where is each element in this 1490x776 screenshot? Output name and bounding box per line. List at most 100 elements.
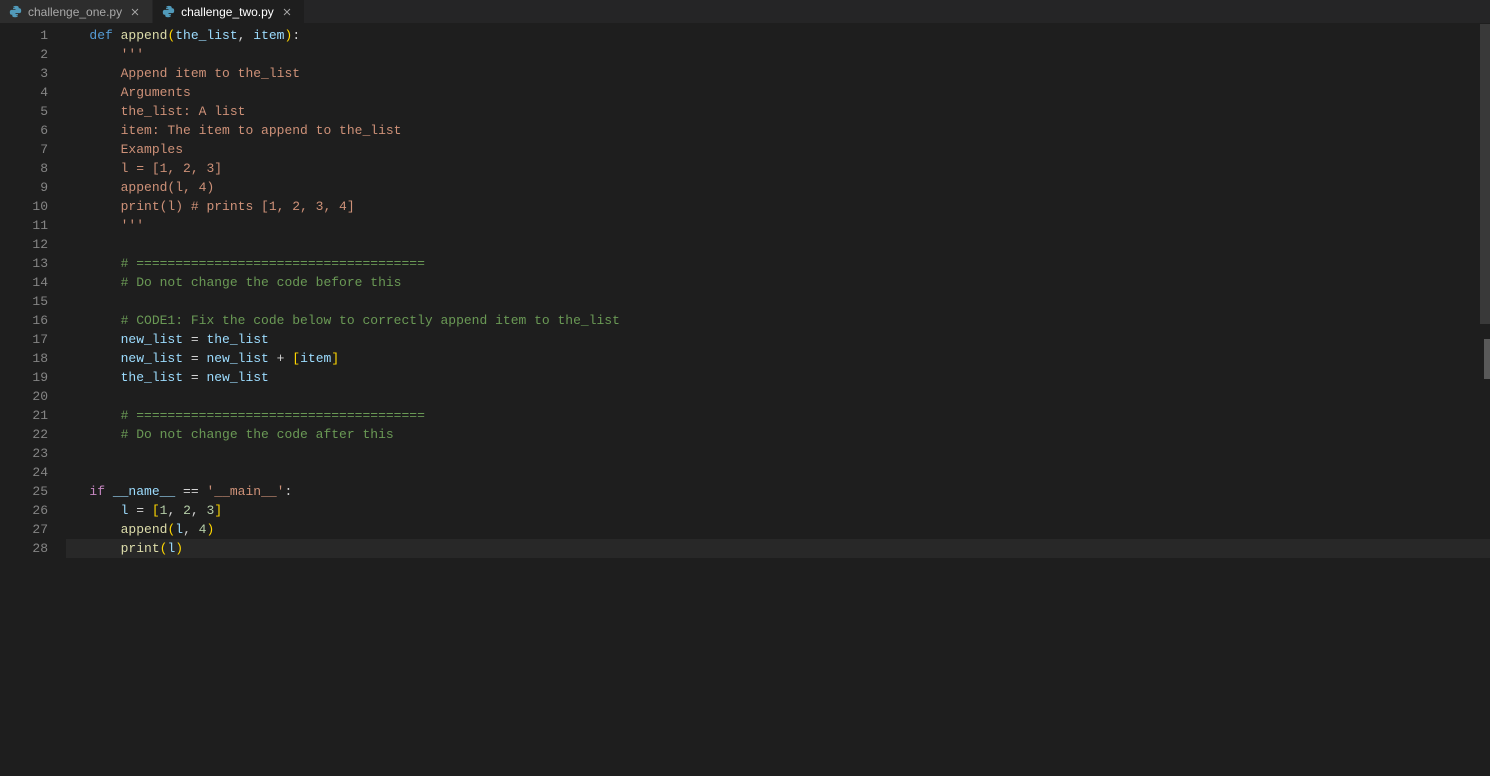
token-var: the_list: [121, 370, 183, 385]
tab-challenge_one-py[interactable]: challenge_one.py: [0, 0, 153, 23]
python-file-icon: [8, 5, 22, 19]
code-line[interactable]: ''': [66, 45, 1490, 64]
code-line[interactable]: Arguments: [66, 83, 1490, 102]
tab-challenge_two-py[interactable]: challenge_two.py: [153, 0, 305, 23]
code-line[interactable]: ''': [66, 216, 1490, 235]
token-var: item: [300, 351, 331, 366]
python-file-icon: [161, 5, 175, 19]
token-str: ''': [121, 218, 144, 233]
line-number: 27: [0, 520, 66, 539]
code-line[interactable]: new_list = the_list: [66, 330, 1490, 349]
code-line[interactable]: # Do not change the code after this: [66, 425, 1490, 444]
token-op: [89, 85, 120, 100]
code-line[interactable]: def append(the_list, item):: [66, 26, 1490, 45]
token-var: new_list: [121, 332, 183, 347]
token-fn: print: [121, 541, 160, 556]
token-var: the_list: [206, 332, 268, 347]
token-op: :: [284, 484, 292, 499]
code-line[interactable]: [66, 292, 1490, 311]
line-number: 1: [0, 26, 66, 45]
token-cmt: # =====================================: [121, 256, 425, 271]
code-line[interactable]: [66, 235, 1490, 254]
token-num: 2: [183, 503, 191, 518]
token-fn: append: [121, 522, 168, 537]
token-op: [89, 123, 120, 138]
code-line[interactable]: print(l): [66, 539, 1490, 558]
scrollbar-thumb[interactable]: [1480, 24, 1490, 324]
line-number-gutter: 1234567891011121314151617181920212223242…: [0, 24, 66, 776]
line-number: 23: [0, 444, 66, 463]
token-op: [89, 142, 120, 157]
token-op: +: [269, 351, 292, 366]
overview-ruler-mark: [1484, 339, 1490, 379]
line-number: 4: [0, 83, 66, 102]
code-line[interactable]: # =====================================: [66, 254, 1490, 273]
line-number: 14: [0, 273, 66, 292]
token-str: the_list: A list: [121, 104, 246, 119]
token-var: __name__: [113, 484, 175, 499]
code-line[interactable]: # CODE1: Fix the code below to correctly…: [66, 311, 1490, 330]
token-str: l = [1, 2, 3]: [121, 161, 222, 176]
token-var: new_list: [206, 370, 268, 385]
token-op: [89, 180, 120, 195]
code-line[interactable]: [66, 387, 1490, 406]
code-line[interactable]: append(l, 4): [66, 520, 1490, 539]
line-number: 10: [0, 197, 66, 216]
token-op: [89, 199, 120, 214]
code-line[interactable]: l = [1, 2, 3]: [66, 159, 1490, 178]
code-line[interactable]: Examples: [66, 140, 1490, 159]
token-brk: [: [292, 351, 300, 366]
line-number: 15: [0, 292, 66, 311]
token-fn: append: [121, 28, 168, 43]
editor[interactable]: 1234567891011121314151617181920212223242…: [0, 24, 1490, 776]
line-number: 19: [0, 368, 66, 387]
line-number: 24: [0, 463, 66, 482]
line-number: 12: [0, 235, 66, 254]
token-brk: ]: [214, 503, 222, 518]
code-line[interactable]: [66, 444, 1490, 463]
line-number: 16: [0, 311, 66, 330]
line-number: 9: [0, 178, 66, 197]
token-str: Arguments: [121, 85, 191, 100]
token-str: Append item to the_list: [121, 66, 300, 81]
code-line[interactable]: new_list = new_list + [item]: [66, 349, 1490, 368]
code-line[interactable]: l = [1, 2, 3]: [66, 501, 1490, 520]
vertical-scrollbar[interactable]: [1480, 24, 1490, 776]
token-var: new_list: [206, 351, 268, 366]
token-op: [89, 313, 120, 328]
code-line[interactable]: # Do not change the code before this: [66, 273, 1490, 292]
code-area[interactable]: def append(the_list, item): ''' Append i…: [66, 24, 1490, 776]
close-icon[interactable]: [128, 5, 142, 19]
close-icon[interactable]: [280, 5, 294, 19]
line-number: 2: [0, 45, 66, 64]
code-line[interactable]: append(l, 4): [66, 178, 1490, 197]
code-line[interactable]: # =====================================: [66, 406, 1490, 425]
token-op: :: [292, 28, 300, 43]
line-number: 17: [0, 330, 66, 349]
line-number: 5: [0, 102, 66, 121]
line-number: 13: [0, 254, 66, 273]
token-op: [89, 47, 120, 62]
line-number: 26: [0, 501, 66, 520]
token-op: =: [128, 503, 151, 518]
token-var: item: [253, 28, 284, 43]
token-var: the_list: [175, 28, 237, 43]
code-line[interactable]: the_list = new_list: [66, 368, 1490, 387]
code-line[interactable]: Append item to the_list: [66, 64, 1490, 83]
code-line[interactable]: item: The item to append to the_list: [66, 121, 1490, 140]
code-line[interactable]: print(l) # prints [1, 2, 3, 4]: [66, 197, 1490, 216]
token-op: [89, 427, 120, 442]
token-op: [89, 408, 120, 423]
line-number: 3: [0, 64, 66, 83]
code-line[interactable]: if __name__ == '__main__':: [66, 482, 1490, 501]
tab-label: challenge_one.py: [28, 5, 122, 19]
token-op: ,: [183, 522, 199, 537]
code-line[interactable]: the_list: A list: [66, 102, 1490, 121]
token-op: [89, 351, 120, 366]
line-number: 25: [0, 482, 66, 501]
token-kw: def: [89, 28, 120, 43]
code-line[interactable]: [66, 463, 1490, 482]
token-op: [89, 522, 120, 537]
token-op: [89, 275, 120, 290]
token-kw2: if: [89, 484, 105, 499]
